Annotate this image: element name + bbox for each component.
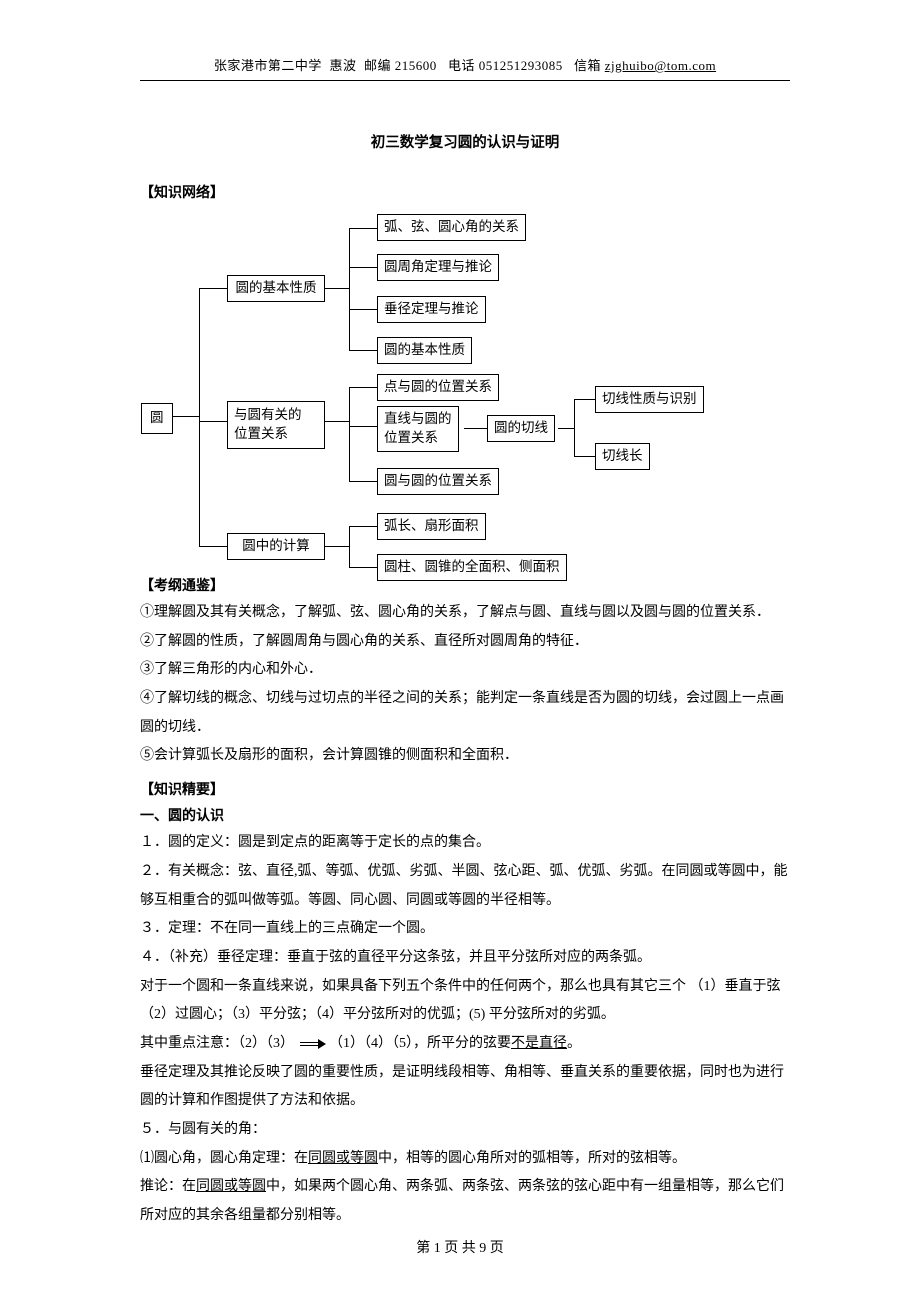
node-calc: 圆中的计算 <box>227 533 325 560</box>
node-tangent-prop: 切线性质与识别 <box>595 386 704 413</box>
node-root: 圆 <box>141 403 173 434</box>
keypoints-label: 【知识精要】 <box>140 779 790 799</box>
phone-number: 051251293085 <box>479 58 563 73</box>
mail-label: 信箱 <box>574 58 601 73</box>
outline-5: ⑤会计算弧长及扇形的面积，会计算圆锥的侧面积和全面积． <box>140 742 790 771</box>
node-circle-circle: 圆与圆的位置关系 <box>377 468 499 495</box>
c1: １．圆的定义：圆是到定点的距离等于定长的点的集合。 <box>140 829 790 858</box>
outline-2: ②了解圆的性质，了解圆周角与圆心角的关系、直径所对圆周角的特征． <box>140 628 790 657</box>
c9: ⑴圆心角，圆心角定理：在同圆或等圆中，相等的圆心角所对的弧相等，所对的弦相等。 <box>140 1145 790 1174</box>
page-footer: 第 1 页 共 9 页 <box>0 1237 920 1257</box>
postal-label: 邮编 <box>364 58 391 73</box>
node-arc-area: 弧长、扇形面积 <box>377 513 486 540</box>
c5: 对于一个圆和一条直线来说，如果具备下列五个条件中的任何两个，那么也具有其它三个 … <box>140 973 790 1030</box>
school-name: 张家港市第二中学 <box>214 58 322 73</box>
node-basic-props2: 圆的基本性质 <box>377 337 472 364</box>
node-tangent-len: 切线长 <box>595 443 650 470</box>
c7: 垂径定理及其推论反映了圆的重要性质，是证明线段相等、角相等、垂直关系的重要依据，… <box>140 1059 790 1116</box>
node-point-circle: 点与圆的位置关系 <box>377 374 499 401</box>
outline-3: ③了解三角形的内心和外心． <box>140 656 790 685</box>
node-inscribed-angle: 圆周角定理与推论 <box>377 254 499 281</box>
knowledge-diagram: 圆 圆的基本性质 弧、弦、圆心角的关系 圆周角定理与推论 垂径定理与推论 圆的基… <box>135 206 790 601</box>
node-cylinder-cone: 圆柱、圆锥的全面积、侧面积 <box>377 554 567 581</box>
page-number: 1 <box>434 1241 441 1256</box>
c2: ２．有关概念：弦、直径,弧、等弧、优弧、劣弧、半圆、弦心距、弧、优弧、劣弧。在同… <box>140 858 790 915</box>
content-text: １．圆的定义：圆是到定点的距离等于定长的点的集合。 ２．有关概念：弦、直径,弧、… <box>140 829 790 1231</box>
c8: ５．与圆有关的角： <box>140 1116 790 1145</box>
page-total: 9 <box>479 1241 486 1256</box>
sec1-label: 一、圆的认识 <box>140 805 790 825</box>
network-label: 【知识网络】 <box>140 182 790 202</box>
c3: ３．定理：不在同一直线上的三点确定一个圆。 <box>140 915 790 944</box>
node-line-circle: 直线与圆的 位置关系 <box>377 406 459 452</box>
node-arc-chord: 弧、弦、圆心角的关系 <box>377 214 526 241</box>
node-basic-props: 圆的基本性质 <box>227 275 325 302</box>
outline-1: ①理解圆及其有关概念，了解弧、弦、圆心角的关系，了解点与圆、直线与圆以及圆与圆的… <box>140 599 790 628</box>
phone-label: 电话 <box>448 58 475 73</box>
outline-4: ④了解切线的概念、切线与过切点的半径之间的关系；能判定一条直线是否为圆的切线，会… <box>140 685 790 742</box>
page-header: 张家港市第二中学 惠波 邮编 215600 电话 051251293085 信箱… <box>140 55 790 81</box>
c6: 其中重点注意：（2）（3） （1）（4）（5），所平分的弦要不是直径。 <box>140 1030 790 1059</box>
c10: 推论：在同圆或等圆中，如果两个圆心角、两条弧、两条弦、两条弦的弦心距中有一组量相… <box>140 1173 790 1230</box>
c4: ４．（补充）垂径定理：垂直于弦的直径平分这条弦，并且平分弦所对应的两条弧。 <box>140 944 790 973</box>
author-name: 惠波 <box>329 58 356 73</box>
node-positions: 与圆有关的 位置关系 <box>227 401 325 449</box>
node-perp-chord: 垂径定理与推论 <box>377 296 486 323</box>
page-title: 初三数学复习圆的认识与证明 <box>140 131 790 152</box>
node-tangent: 圆的切线 <box>487 415 555 442</box>
postal-code: 215600 <box>395 58 437 73</box>
outline-text: ①理解圆及其有关概念，了解弧、弦、圆心角的关系，了解点与圆、直线与圆以及圆与圆的… <box>140 599 790 771</box>
mail-link[interactable]: zjghuibo@tom.com <box>605 58 716 73</box>
